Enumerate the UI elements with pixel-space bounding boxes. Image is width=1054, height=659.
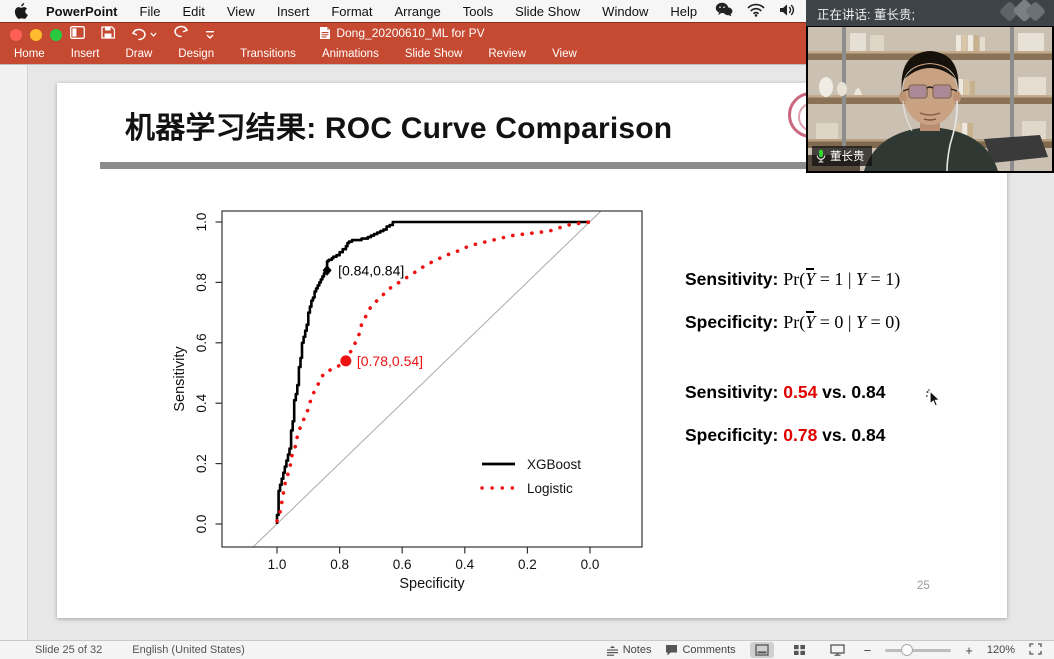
svg-text:0.2: 0.2 xyxy=(194,454,209,473)
volume-icon[interactable] xyxy=(779,3,796,20)
menu-view[interactable]: View xyxy=(227,4,255,19)
sensitivity-comparison: Sensitivity: 0.54 vs. 0.84 xyxy=(685,382,885,403)
svg-text:0.4: 0.4 xyxy=(455,557,474,572)
menu-window[interactable]: Window xyxy=(602,4,648,19)
svg-text:0.8: 0.8 xyxy=(330,557,349,572)
menu-insert[interactable]: Insert xyxy=(277,4,310,19)
tab-animations[interactable]: Animations xyxy=(322,48,379,60)
slide-thumbnail-panel-collapsed[interactable] xyxy=(0,65,28,641)
slideshow-icon xyxy=(830,644,845,656)
tab-draw[interactable]: Draw xyxy=(125,48,152,60)
svg-text:[0.84,0.84]: [0.84,0.84] xyxy=(338,262,404,278)
menu-help[interactable]: Help xyxy=(670,4,697,19)
tab-insert[interactable]: Insert xyxy=(71,48,100,60)
svg-text:Logistic: Logistic xyxy=(527,481,573,496)
svg-text:Specificity: Specificity xyxy=(399,576,465,592)
apple-menu-icon[interactable] xyxy=(14,3,28,19)
slide-sorter-icon xyxy=(793,644,806,656)
sensitivity-definition: Sensitivity: Pr(Y = 1 | Y = 1) xyxy=(685,269,900,290)
participant-name-tag: 董长贵 xyxy=(812,146,872,166)
specificity-definition: Specificity: Pr(Y = 0 | Y = 0) xyxy=(685,312,900,333)
notes-button[interactable]: Notes xyxy=(606,644,652,656)
svg-text:1.0: 1.0 xyxy=(194,213,209,232)
slide-title: 机器学习结果: ROC Curve Comparison xyxy=(125,103,672,147)
menu-file[interactable]: File xyxy=(140,4,161,19)
video-call-overlay[interactable]: 正在讲话: 董长贵; xyxy=(806,0,1054,173)
zoom-slider-thumb[interactable] xyxy=(901,644,913,656)
svg-text:[0.78,0.54]: [0.78,0.54] xyxy=(357,353,423,369)
tab-design[interactable]: Design xyxy=(178,48,214,60)
microphone-icon xyxy=(816,149,826,163)
normal-view-button[interactable] xyxy=(750,642,774,658)
meeting-app-logo-icon xyxy=(994,0,1046,27)
normal-view-icon xyxy=(755,644,769,656)
zoom-out-button[interactable]: − xyxy=(864,643,872,658)
fit-slide-icon xyxy=(1029,643,1042,655)
fit-slide-button[interactable] xyxy=(1029,643,1042,658)
svg-text:1.0: 1.0 xyxy=(268,557,287,572)
screen: PowerPoint File Edit View Insert Format … xyxy=(0,0,1054,659)
svg-text:Sensitivity: Sensitivity xyxy=(172,346,188,412)
zoom-in-button[interactable]: + xyxy=(965,643,973,658)
menu-slideshow[interactable]: Slide Show xyxy=(515,4,580,19)
tab-transitions[interactable]: Transitions xyxy=(240,48,296,60)
slide-counter: Slide 25 of 32 xyxy=(35,644,102,656)
tab-home[interactable]: Home xyxy=(14,48,45,60)
speaking-now-label: 正在讲话: 董长贵; xyxy=(817,4,915,23)
svg-text:0.6: 0.6 xyxy=(194,333,209,352)
svg-text:0.6: 0.6 xyxy=(393,557,412,572)
menu-format[interactable]: Format xyxy=(331,4,372,19)
tab-slideshow[interactable]: Slide Show xyxy=(405,48,463,60)
document-icon xyxy=(319,26,331,40)
menu-powerpoint[interactable]: PowerPoint xyxy=(46,4,118,19)
notes-icon xyxy=(606,645,619,656)
svg-text:0.4: 0.4 xyxy=(194,393,209,412)
comments-icon xyxy=(665,644,678,656)
svg-text:0.0: 0.0 xyxy=(581,557,600,572)
zoom-level-label[interactable]: 120% xyxy=(987,644,1015,656)
svg-text:0.2: 0.2 xyxy=(518,557,537,572)
tab-view[interactable]: View xyxy=(552,48,577,60)
mouse-cursor xyxy=(925,389,943,414)
video-call-header[interactable]: 正在讲话: 董长贵; xyxy=(806,0,1054,26)
menu-tools[interactable]: Tools xyxy=(463,4,493,19)
language-label[interactable]: English (United States) xyxy=(132,644,245,656)
wechat-icon[interactable] xyxy=(715,2,733,20)
participant-video-feed[interactable]: 董长贵 xyxy=(806,26,1054,173)
comments-button[interactable]: Comments xyxy=(665,644,735,656)
document-title: Dong_20200610_ML for PV xyxy=(0,26,804,40)
svg-text:XGBoost: XGBoost xyxy=(527,457,581,472)
zoom-slider[interactable] xyxy=(885,649,951,652)
svg-text:0.0: 0.0 xyxy=(194,515,209,534)
wifi-icon[interactable] xyxy=(747,3,765,20)
slideshow-view-button[interactable] xyxy=(826,642,850,658)
svg-text:0.8: 0.8 xyxy=(194,273,209,292)
specificity-comparison: Specificity: 0.78 vs. 0.84 xyxy=(685,425,885,446)
status-bar: Slide 25 of 32 English (United States) N… xyxy=(0,640,1054,659)
roc-chart: [0.84,0.84] [0.78,0.54] 1.0 0.8 0.6 0.4 0.2 0.0… xyxy=(160,196,660,606)
menu-arrange[interactable]: Arrange xyxy=(395,4,441,19)
tab-review[interactable]: Review xyxy=(488,48,526,60)
menu-edit[interactable]: Edit xyxy=(182,4,204,19)
slide-page-number: 25 xyxy=(917,580,930,592)
slide-sorter-view-button[interactable] xyxy=(788,642,812,658)
